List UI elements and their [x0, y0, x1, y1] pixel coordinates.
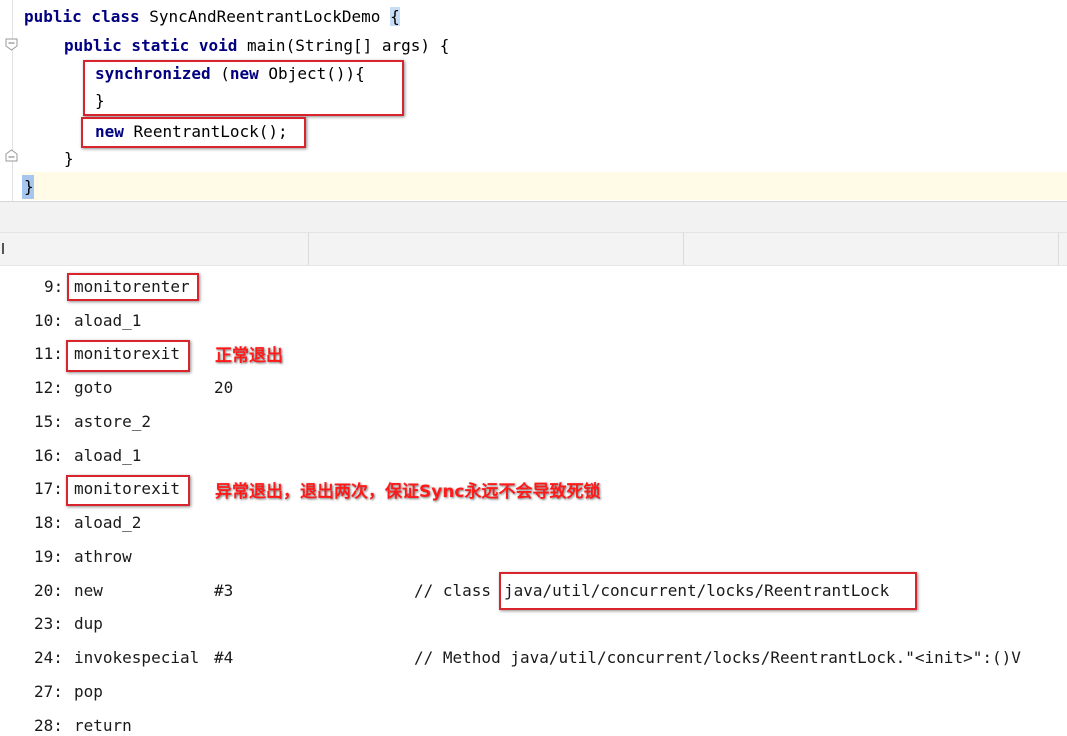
bytecode-offset: 28:: [34, 716, 63, 735]
bytecode-op: astore_2: [74, 412, 152, 431]
highlight-box-reentrantlock: [81, 117, 306, 148]
bytecode-offset: 18:: [34, 513, 63, 532]
bytecode-offset: 16:: [34, 446, 63, 465]
bytecode-offset: 19:: [34, 547, 63, 566]
bytecode-op: aload_1: [74, 446, 142, 465]
bytecode-op: goto: [74, 378, 113, 397]
bytecode-offset: 11:: [34, 344, 63, 363]
bytecode-offset: 10:: [34, 311, 63, 330]
bytecode-arg: #4: [214, 648, 234, 667]
highlight-box-monitorenter: [67, 273, 199, 301]
panel-gap: [0, 202, 1067, 232]
keyword: public class: [24, 7, 140, 26]
column-divider[interactable]: [1058, 233, 1059, 265]
editor-gutter: [12, 0, 13, 203]
code-line-class[interactable]: public class SyncAndReentrantLockDemo {: [24, 7, 400, 27]
code-editor[interactable]: public class SyncAndReentrantLockDemo { …: [0, 0, 1067, 203]
highlight-box-monitorexit-abnormal: [66, 475, 190, 506]
code-line-close-class[interactable]: }: [24, 177, 34, 197]
header-marker: [2, 243, 4, 254]
bytecode-op: invokespecial: [74, 648, 200, 667]
code-text: }: [24, 177, 34, 196]
bytecode-op: return: [74, 716, 132, 735]
bytecode-offset: 12:: [34, 378, 63, 397]
column-divider[interactable]: [683, 233, 684, 265]
bytecode-op: aload_1: [74, 311, 142, 330]
annotation-abnormal-exit: 异常退出，退出两次，保证Sync永远不会导致死锁: [215, 482, 601, 502]
bytecode-comment: // Method java/util/concurrent/locks/Ree…: [414, 648, 1021, 667]
bytecode-arg: 20: [214, 378, 234, 397]
bytecode-offset: 9:: [44, 277, 64, 296]
highlight-box-synchronized: [83, 60, 404, 116]
code-text: }: [64, 149, 74, 168]
bytecode-op: pop: [74, 682, 103, 701]
column-divider[interactable]: [308, 233, 309, 265]
bytecode-offset: 15:: [34, 412, 63, 431]
highlight-box-reentrantlock-class: [499, 572, 917, 610]
keyword: public static void: [64, 36, 238, 55]
bytecode-op: dup: [74, 614, 103, 633]
fold-end-icon[interactable]: [5, 149, 18, 162]
bytecode-arg: #3: [214, 581, 234, 600]
class-name: SyncAndReentrantLockDemo: [149, 7, 381, 26]
bytecode-offset: 24:: [34, 648, 63, 667]
bytecode-op: new: [74, 581, 103, 600]
code-line-close-main[interactable]: }: [64, 149, 74, 169]
table-header: [0, 232, 1067, 266]
bytecode-op: athrow: [74, 547, 132, 566]
code-text: main(String[] args) {: [247, 36, 450, 55]
fold-collapse-icon[interactable]: [5, 38, 18, 51]
current-line-highlight: [22, 172, 1067, 200]
bytecode-op: aload_2: [74, 513, 142, 532]
bytecode-comment: // class: [414, 581, 492, 600]
bytecode-offset: 27:: [34, 682, 63, 701]
bytecode-offset: 23:: [34, 614, 63, 633]
code-line-main[interactable]: public static void main(String[] args) {: [64, 36, 449, 56]
bytecode-offset: 17:: [34, 479, 63, 498]
bytecode-offset: 20:: [34, 581, 63, 600]
brace: {: [390, 7, 400, 26]
highlight-box-monitorexit-normal: [66, 340, 190, 372]
annotation-normal-exit: 正常退出: [215, 346, 283, 366]
